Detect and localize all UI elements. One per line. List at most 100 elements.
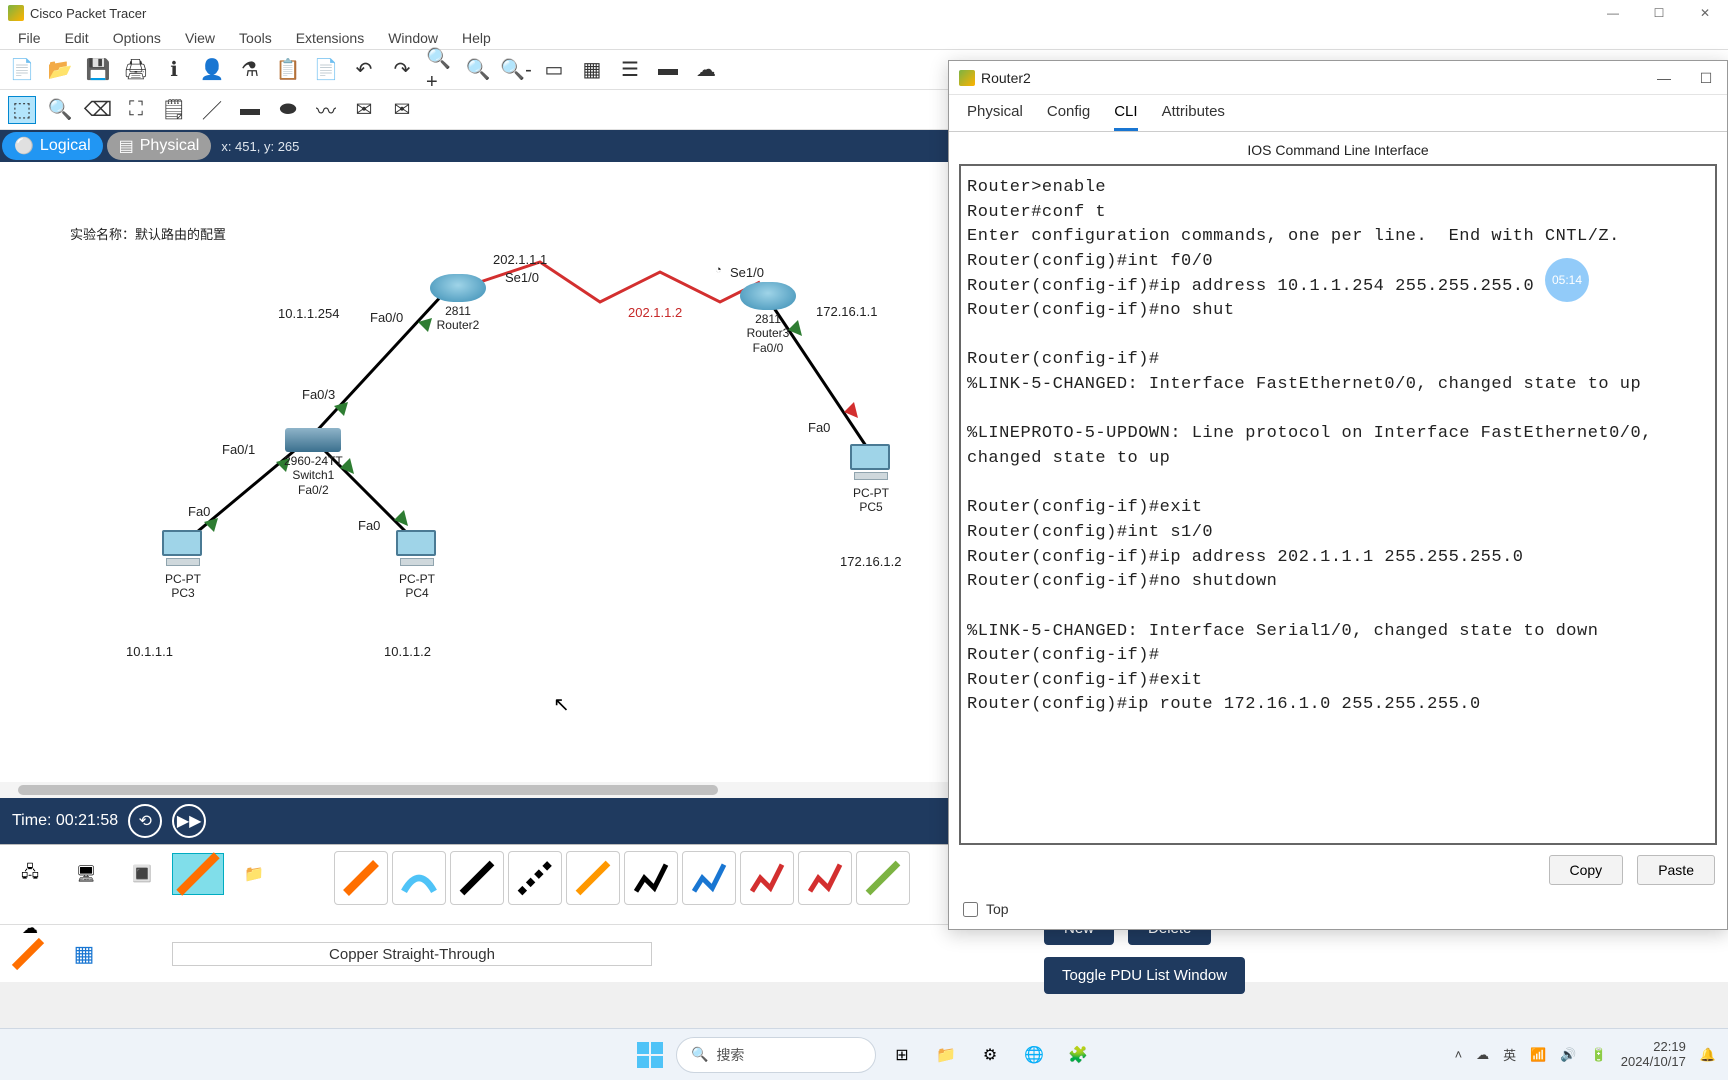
select-tool-icon[interactable]: ⬚ [8, 96, 36, 124]
conn-octal[interactable] [856, 851, 910, 905]
conn-copper-straight[interactable] [450, 851, 504, 905]
device-router2[interactable]: 2811Router2 [430, 274, 486, 333]
cat-end-devices[interactable]: 🖥 [60, 853, 112, 895]
tray-ime-label[interactable]: 英 [1503, 1045, 1516, 1064]
conn-coax[interactable] [682, 851, 736, 905]
cat-components[interactable]: 🔳 [116, 853, 168, 895]
cli-output[interactable]: Router>enable Router#conf t Enter config… [959, 164, 1717, 845]
menu-tools[interactable]: Tools [227, 30, 284, 46]
paste-icon[interactable]: 📄 [312, 56, 340, 84]
device-pc3[interactable]: PC-PTPC3 [162, 530, 204, 601]
tray-volume-icon[interactable]: 🔊 [1560, 1047, 1576, 1063]
copy-icon[interactable]: 📋 [274, 56, 302, 84]
conn-serial-dte[interactable] [798, 851, 852, 905]
cli-titlebar[interactable]: Router2 — ☐ [949, 61, 1727, 95]
menu-file[interactable]: File [6, 30, 53, 46]
cli-top-checkbox[interactable] [963, 902, 978, 917]
experiment-title: 实验名称：默认路由的配置 [70, 224, 226, 243]
close-button[interactable]: ✕ [1682, 0, 1728, 26]
maximize-button[interactable]: ☐ [1636, 0, 1682, 26]
complex-pdu-icon[interactable]: ✉ [388, 96, 416, 124]
reset-time-button[interactable]: ⟲ [128, 804, 162, 838]
cat-network-devices[interactable]: 🖧 [4, 853, 56, 895]
note-tool-icon[interactable]: 🗒 [160, 96, 188, 124]
cli-minimize-button[interactable]: — [1643, 61, 1685, 95]
fast-forward-button[interactable]: ▶▶ [172, 804, 206, 838]
line-tool-icon[interactable]: ／ [198, 96, 226, 124]
flask-icon[interactable]: ⚗ [236, 56, 264, 84]
tab-physical[interactable]: Physical [967, 103, 1023, 131]
undo-icon[interactable]: ↶ [350, 56, 378, 84]
save-icon[interactable]: 💾 [84, 56, 112, 84]
physical-view-button[interactable]: ▤ Physical [107, 132, 212, 160]
open-file-icon[interactable]: 📂 [46, 56, 74, 84]
cat-connections[interactable] [172, 853, 224, 895]
menu-edit[interactable]: Edit [53, 30, 101, 46]
menu-help[interactable]: Help [450, 30, 503, 46]
ellipse-tool-icon[interactable]: ⬬ [274, 96, 302, 124]
device-pc5[interactable]: PC-PTPC5 [850, 444, 892, 515]
print-icon[interactable]: 🖨 [122, 56, 150, 84]
conn-fiber[interactable] [566, 851, 620, 905]
r2-model: 2811 [445, 304, 471, 318]
explorer-icon[interactable]: 📁 [928, 1037, 964, 1073]
tray-chevron-icon[interactable]: ˄ [1455, 1047, 1463, 1062]
freeform-tool-icon[interactable]: 〰 [312, 96, 340, 124]
timer-badge: 05:14 [1545, 258, 1589, 302]
list-icon[interactable]: ☰ [616, 56, 644, 84]
new-file-icon[interactable]: 📄 [8, 56, 36, 84]
rectangle-icon[interactable]: ▭ [540, 56, 568, 84]
cli-copy-button[interactable]: Copy [1549, 855, 1624, 885]
conn-console[interactable] [392, 851, 446, 905]
menu-extensions[interactable]: Extensions [284, 30, 376, 46]
menu-options[interactable]: Options [101, 30, 173, 46]
app-title: Cisco Packet Tracer [30, 6, 146, 21]
tab-cli[interactable]: CLI [1114, 103, 1137, 131]
cli-paste-button[interactable]: Paste [1637, 855, 1715, 885]
zoom-out-icon[interactable]: 🔍- [502, 56, 530, 84]
device-router3[interactable]: 2811Router3Fa0/0 [740, 282, 796, 355]
task-view-icon[interactable]: ⊞ [884, 1037, 920, 1073]
conn-auto[interactable] [334, 851, 388, 905]
device-icon[interactable]: ▬ [654, 56, 682, 84]
panel-icon[interactable]: ▦ [578, 56, 606, 84]
tray-wifi-icon[interactable]: 📶 [1530, 1047, 1546, 1063]
zoom-reset-icon[interactable]: 🔍 [464, 56, 492, 84]
settings-icon[interactable]: ⚙ [972, 1037, 1008, 1073]
tab-config[interactable]: Config [1047, 103, 1090, 131]
minimize-button[interactable]: — [1590, 0, 1636, 26]
user-icon[interactable]: 👤 [198, 56, 226, 84]
tray-clock[interactable]: 22:19 2024/10/17 [1621, 1040, 1686, 1070]
redo-icon[interactable]: ↷ [388, 56, 416, 84]
info-icon[interactable]: ℹ [160, 56, 188, 84]
edge-icon[interactable]: 🌐 [1016, 1037, 1052, 1073]
tray-onedrive-icon[interactable]: ☁ [1476, 1047, 1489, 1063]
toggle-pdu-list-button[interactable]: Toggle PDU List Window [1044, 957, 1245, 994]
menu-window[interactable]: Window [376, 30, 450, 46]
menu-view[interactable]: View [173, 30, 227, 46]
tray-notifications-icon[interactable]: 🔔 [1700, 1047, 1716, 1063]
device-pc4[interactable]: PC-PTPC4 [396, 530, 438, 601]
cli-window[interactable]: Router2 — ☐ Physical Config CLI Attribut… [948, 60, 1728, 930]
resize-tool-icon[interactable]: ⛶ [122, 96, 150, 124]
conn-copper-cross[interactable] [508, 851, 562, 905]
cloud-icon[interactable]: ☁ [692, 56, 720, 84]
zoom-in-icon[interactable]: 🔍+ [426, 56, 454, 84]
conn-serial-dce[interactable] [740, 851, 794, 905]
cat-misc[interactable]: 📁 [228, 853, 280, 895]
simple-pdu-icon[interactable]: ✉ [350, 96, 378, 124]
tray-battery-icon[interactable]: 🔋 [1591, 1047, 1607, 1063]
cli-maximize-button[interactable]: ☐ [1685, 61, 1727, 95]
pt-task-icon[interactable]: 🧩 [1060, 1037, 1096, 1073]
conn-auto-sub[interactable] [4, 932, 52, 976]
rect-tool-icon[interactable]: ▬ [236, 96, 264, 124]
delete-tool-icon[interactable]: ⌫ [84, 96, 112, 124]
start-button[interactable] [632, 1037, 668, 1073]
tab-attributes[interactable]: Attributes [1162, 103, 1225, 131]
conn-phone[interactable] [624, 851, 678, 905]
taskbar-search[interactable]: 🔍 搜索 [676, 1037, 876, 1073]
device-switch1[interactable]: 2960-24TTSwitch1Fa0/2 [284, 428, 343, 497]
magnify-tool-icon[interactable]: 🔍 [46, 96, 74, 124]
grid-icon[interactable]: ▦ [60, 932, 108, 976]
logical-view-button[interactable]: ⚪ Logical [2, 132, 103, 160]
